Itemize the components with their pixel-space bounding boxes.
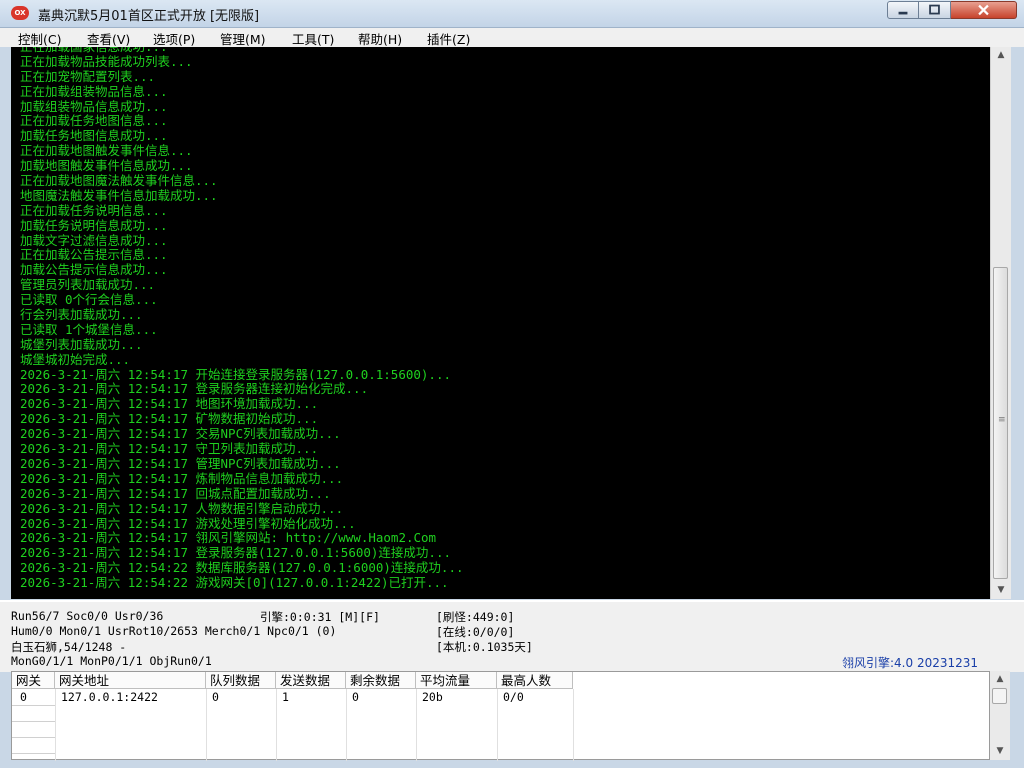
col-queue-data[interactable]: 队列数据 <box>206 672 276 689</box>
cell-max-users: 0/0 <box>503 690 524 704</box>
log-line: 2026-3-21-周六 12:54:17 翎风引擎网站: http://www… <box>20 530 437 546</box>
gateway-scrollbar[interactable]: ▲ ▼ <box>990 671 1010 760</box>
menu-plugins[interactable]: 插件(Z) <box>427 29 470 48</box>
cell-remaining-data: 0 <box>352 690 359 704</box>
menu-manage[interactable]: 管理(M) <box>220 29 266 48</box>
maximize-icon <box>929 4 940 15</box>
log-line: 2026-3-21-周六 12:54:17 矿物数据初始成功... <box>20 411 319 427</box>
log-line: 2026-3-21-周六 12:54:17 管理NPC列表加载成功... <box>20 455 341 471</box>
cell-gateway-address: 127.0.0.1:2422 <box>61 690 158 704</box>
log-line: 2026-3-21-周六 12:54:22 游戏网关[0](127.0.0.1:… <box>20 575 449 591</box>
scroll-thumb[interactable]: ≡ <box>993 267 1008 579</box>
log-line: 2026-3-21-周六 12:54:17 回城点配置加载成功... <box>20 485 331 501</box>
title-bar: OX 嘉典沉默5月01首区正式开放 [无限版] <box>0 0 1024 28</box>
log-line: 2026-3-21-周六 12:54:17 地图环境加载成功... <box>20 396 319 412</box>
scroll-down-icon[interactable]: ▼ <box>990 743 1010 760</box>
log-line: 管理员列表加载成功... <box>20 277 156 293</box>
maximize-button[interactable] <box>919 1 951 19</box>
log-line: 加载地图触发事件信息成功... <box>20 158 193 174</box>
cell-queue-data: 0 <box>212 690 219 704</box>
menu-view[interactable]: 查看(V) <box>87 29 130 48</box>
log-line: 2026-3-21-周六 12:54:17 守卫列表加载成功... <box>20 441 319 457</box>
log-lines: 正在加载国家信息成功...正在加载物品技能成功列表...正在加宠物配置列表...… <box>20 47 464 591</box>
menu-control[interactable]: 控制(C) <box>18 29 61 48</box>
log-line: 已读取 1个城堡信息... <box>20 321 158 337</box>
col-gateway[interactable]: 网关 <box>12 672 55 689</box>
log-line: 2026-3-21-周六 12:54:17 炼制物品信息加载成功... <box>20 470 344 486</box>
scroll-down-icon[interactable]: ▼ <box>991 582 1011 599</box>
log-line: 正在加载地图魔法触发事件信息... <box>20 173 218 189</box>
log-line: 2026-3-21-周六 12:54:17 登录服务器连接初始化完成... <box>20 381 369 397</box>
log-line: 加载任务说明信息成功... <box>20 217 168 233</box>
log-line: 正在加载地图触发事件信息... <box>20 143 193 159</box>
log-line: 正在加载任务说明信息... <box>20 202 168 218</box>
log-line: 2026-3-21-周六 12:54:17 游戏处理引擎初始化成功... <box>20 515 356 531</box>
status-engine: 引擎:0:0:31 [M][F] <box>260 610 380 624</box>
log-line: 正在加载公告提示信息... <box>20 247 168 263</box>
status-panel: Run56/7 Soc0/0 Usr0/36 引擎:0:0:31 [M][F] … <box>0 600 1024 672</box>
app-icon[interactable]: OX <box>11 6 29 20</box>
log-line: 正在加载任务地图信息... <box>20 113 168 129</box>
close-button[interactable] <box>951 1 1017 19</box>
log-line: 2026-3-21-周六 12:54:17 交易NPC列表加载成功... <box>20 426 341 442</box>
col-remaining-data[interactable]: 剩余数据 <box>346 672 416 689</box>
status-hum: Hum0/0 Mon0/1 UsrRot10/2653 Merch0/1 Npc… <box>11 624 337 638</box>
cell-sent-data: 1 <box>282 690 289 704</box>
log-line: 城堡城初始完成... <box>20 351 131 367</box>
log-line: 已读取 0个行会信息... <box>20 292 158 308</box>
scroll-thumb[interactable] <box>992 688 1007 704</box>
log-line: 正在加载物品技能成功列表... <box>20 53 193 69</box>
gateway-table[interactable]: 网关 网关地址 队列数据 发送数据 剩余数据 平均流量 最高人数 0 127.0… <box>11 671 990 761</box>
log-line: 加载任务地图信息成功... <box>20 128 168 144</box>
cell-gateway-id: 0 <box>20 690 27 704</box>
status-location: 白玉石狮,54/1248 - <box>11 640 127 654</box>
cell-avg-traffic: 20b <box>422 690 443 704</box>
log-console[interactable]: 正在加载国家信息成功...正在加载物品技能成功列表...正在加宠物配置列表...… <box>11 47 990 599</box>
close-icon <box>978 4 989 16</box>
log-line: 正在加载组装物品信息... <box>20 83 168 99</box>
log-line: 地图魔法触发事件信息加载成功... <box>20 187 218 203</box>
log-line: 2026-3-21-周六 12:54:17 开始连接登录服务器(127.0.0.… <box>20 366 452 382</box>
menu-tools[interactable]: 工具(T) <box>292 29 334 48</box>
status-run: Run56/7 Soc0/0 Usr0/36 <box>11 609 164 623</box>
scroll-up-icon[interactable]: ▲ <box>990 671 1010 688</box>
log-line: 2026-3-21-周六 12:54:22 数据库服务器(127.0.0.1:6… <box>20 560 464 576</box>
status-refresh: [刷怪:449:0] <box>436 610 515 624</box>
status-local: [本机:0.1035天] <box>436 640 533 654</box>
scroll-up-icon[interactable]: ▲ <box>991 47 1011 64</box>
minimize-button[interactable] <box>887 1 919 19</box>
log-line: 加载文字过滤信息成功... <box>20 232 168 248</box>
log-scrollbar[interactable]: ▲ ≡ ▼ <box>990 47 1011 599</box>
log-line: 城堡列表加载成功... <box>20 336 143 352</box>
grip-icon: ≡ <box>998 415 1006 425</box>
col-sent-data[interactable]: 发送数据 <box>276 672 346 689</box>
col-avg-traffic[interactable]: 平均流量 <box>416 672 497 689</box>
status-mongo: MonG0/1/1 MonP0/1/1 ObjRun0/1 <box>11 654 212 668</box>
log-line: 正在加宠物配置列表... <box>20 68 156 84</box>
log-line: 行会列表加载成功... <box>20 307 143 323</box>
col-gateway-address[interactable]: 网关地址 <box>55 672 206 689</box>
log-line: 2026-3-21-周六 12:54:17 人物数据引擎启动成功... <box>20 500 344 516</box>
window-title: 嘉典沉默5月01首区正式开放 [无限版] <box>38 9 260 24</box>
col-max-users[interactable]: 最高人数 <box>497 672 573 689</box>
log-line: 加载公告提示信息成功... <box>20 262 168 278</box>
menu-help[interactable]: 帮助(H) <box>358 29 402 48</box>
log-line: 加载组装物品信息成功... <box>20 98 168 114</box>
engine-version: 翎风引擎:4.0 20231231 <box>842 656 979 670</box>
status-online: [在线:0/0/0] <box>436 625 515 639</box>
log-line: 2026-3-21-周六 12:54:17 登录服务器(127.0.0.1:56… <box>20 545 452 561</box>
minimize-icon <box>898 11 908 15</box>
menu-bar: 控制(C) 查看(V) 选项(P) 管理(M) 工具(T) 帮助(H) 插件(Z… <box>0 28 1024 47</box>
menu-options[interactable]: 选项(P) <box>153 29 195 48</box>
